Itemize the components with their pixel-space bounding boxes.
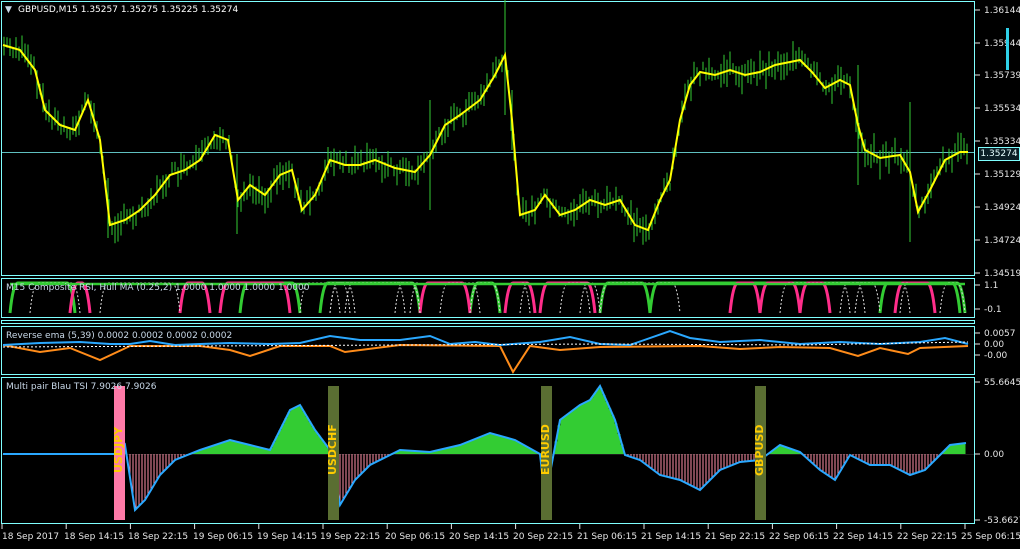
time-tick: 25 Sep 06:15 (961, 532, 1020, 542)
time-tick: 19 Sep 14:15 (257, 532, 318, 542)
current-price-label: 1.35274 (978, 147, 1020, 161)
time-tick: 18 Sep 22:15 (128, 532, 189, 542)
time-tick: 19 Sep 22:15 (320, 532, 381, 542)
price-bars (3, 0, 968, 245)
main-chart-header: GBPUSD,M15 1.35257 1.35275 1.35225 1.352… (18, 5, 239, 15)
price-tick: 1.35739 (984, 71, 1020, 81)
time-tick: 20 Sep 22:15 (513, 532, 574, 542)
price-tick: 1.34519 (984, 269, 1020, 279)
time-tick: 21 Sep 06:15 (577, 532, 638, 542)
time-tick: 22 Sep 06:15 (769, 532, 830, 542)
ema-orange-line (2, 343, 969, 375)
pair-label-usdchf: USDCHF (326, 424, 339, 476)
price-tick: 1.34924 (984, 203, 1020, 213)
price-tick: 1.35944 (984, 39, 1020, 49)
time-tick: 22 Sep 22:15 (897, 532, 958, 542)
empty-pane-frame (1, 320, 975, 324)
price-tick: 1.34724 (984, 236, 1020, 246)
chart-canvas (1, 0, 980, 529)
ema-header: Reverse ema (5,39) 0.0002 0.0002 0.0002 … (6, 331, 233, 341)
time-tick: 19 Sep 06:15 (193, 532, 254, 542)
price-tick: 1.35129 (984, 170, 1020, 180)
price-tick: 1.36144 (984, 6, 1020, 16)
tsi-indicator (3, 383, 967, 513)
tsi-tick: 55.6645 (984, 378, 1020, 388)
moving-average-line (2, 44, 968, 232)
pair-label-eurusd: EURUSD (539, 424, 552, 476)
ema-tick: 0.00 (984, 340, 1005, 350)
time-tick: 20 Sep 06:15 (385, 532, 446, 542)
rsi-header: M15 Composite RSI, Hull MA (0.25,2) 1.00… (6, 283, 310, 293)
tsi-tick: 0.00 (984, 450, 1005, 460)
rsi-tick: -0.1 (984, 305, 1002, 315)
pair-label-gbpusd: GBPUSD (753, 424, 766, 476)
time-tick: 18 Sep 14:15 (64, 532, 125, 542)
chart-scroll-indicator[interactable] (1006, 28, 1009, 70)
time-tick: 20 Sep 14:15 (449, 532, 510, 542)
rsi-tick: 1.1 (984, 281, 999, 291)
tsi-tick: -53.6627 (984, 516, 1020, 526)
price-tick: 1.35334 (984, 137, 1020, 147)
time-tick: 21 Sep 22:15 (705, 532, 766, 542)
price-tick: 1.35534 (984, 104, 1020, 114)
ema-tick: -0.00 (984, 351, 1008, 361)
tsi-header: Multi pair Blau TSI 7.9026 7.9026 (6, 382, 157, 392)
pair-label-usdjpy: USDJPY (112, 426, 125, 474)
time-tick: 21 Sep 14:15 (641, 532, 702, 542)
main-pane-frame (1, 1, 975, 276)
time-tick: 18 Sep 2017 (2, 532, 60, 542)
time-tick: 22 Sep 14:15 (833, 532, 894, 542)
symbol-menu-triangle[interactable]: ▼ (5, 5, 12, 15)
ema-tick: 0.0057 (984, 329, 1016, 339)
